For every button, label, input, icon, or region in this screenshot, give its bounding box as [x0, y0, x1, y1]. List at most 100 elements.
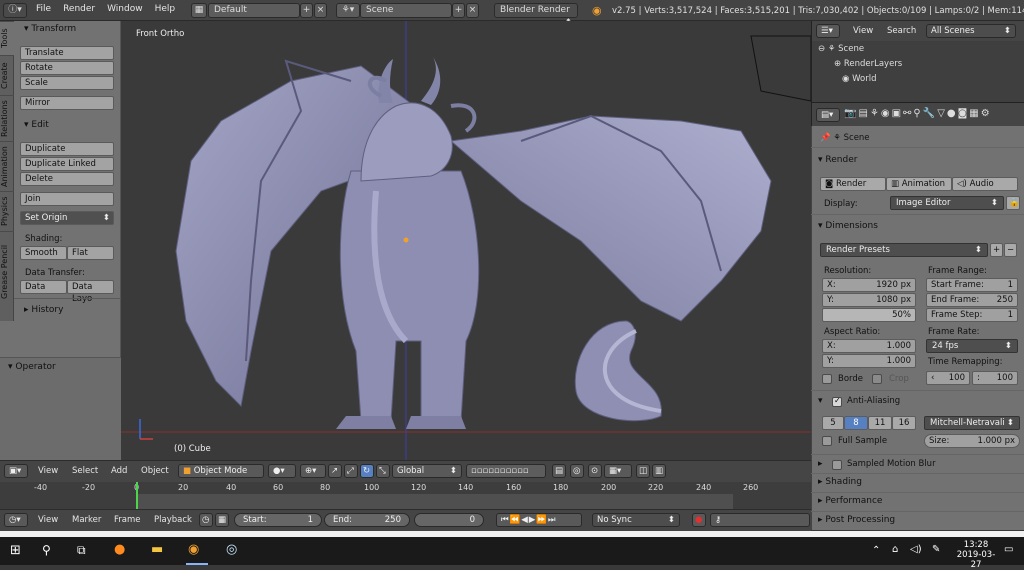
flat-button[interactable]: Flat: [67, 246, 114, 260]
scene-icon[interactable]: ⚘▾: [336, 3, 360, 18]
tab-animation[interactable]: Animation: [0, 141, 14, 191]
display-mode-dropdown[interactable]: All Scenes ⬍: [926, 24, 1016, 38]
tab-physics[interactable]: Physics: [0, 191, 14, 231]
task-view-icon[interactable]: ⧉: [77, 543, 86, 558]
remove-layout-icon[interactable]: ×: [314, 3, 327, 18]
add-menu[interactable]: Add: [111, 466, 127, 476]
object-menu[interactable]: Object: [141, 466, 169, 476]
shading-panel-header[interactable]: ▸ Shading: [818, 477, 862, 487]
translate-button[interactable]: Translate: [20, 46, 114, 60]
blender-alt-icon[interactable]: ◎: [226, 542, 237, 557]
menu-render[interactable]: Render: [57, 4, 101, 14]
filter-size-field[interactable]: Size: 1.000 px: [924, 434, 1020, 448]
tab-tools[interactable]: Tools: [0, 21, 14, 55]
tray-chevron-icon[interactable]: ⌃: [872, 545, 880, 556]
history-panel-header[interactable]: ▸ History: [24, 305, 63, 315]
dimensions-panel-header[interactable]: ▾ Dimensions: [818, 221, 878, 231]
crop-checkbox[interactable]: [872, 374, 882, 384]
timeline-view-menu[interactable]: View: [38, 515, 58, 525]
tab-grease-pencil[interactable]: Grease Pencil: [0, 231, 14, 311]
aa-samples-11[interactable]: 11: [868, 416, 892, 430]
current-frame-marker[interactable]: [136, 482, 138, 509]
smooth-button[interactable]: Smooth: [20, 246, 67, 260]
rotate-button[interactable]: Rotate: [20, 61, 114, 75]
preview-range-icon[interactable]: ◷: [199, 513, 213, 527]
remap-old-field[interactable]: ‹ 100: [926, 371, 970, 385]
join-button[interactable]: Join: [20, 192, 114, 206]
opengl-render-icon[interactable]: ▥: [652, 464, 666, 478]
lock-range-icon[interactable]: ▦: [215, 513, 229, 527]
frame-rate-dropdown[interactable]: 24 fps ⬍: [926, 339, 1018, 353]
end-frame-field[interactable]: End Frame: 250: [926, 293, 1018, 307]
transform-panel-header[interactable]: ▾ Transform: [24, 24, 76, 34]
orientation-dropdown[interactable]: Global ⬍: [392, 464, 462, 478]
select-menu[interactable]: Select: [72, 466, 98, 476]
mirror-button[interactable]: Mirror: [20, 96, 114, 110]
keying-set-field[interactable]: ⚷: [710, 513, 810, 527]
start-frame-field[interactable]: Start: 1: [234, 513, 322, 527]
remap-new-field[interactable]: : 100: [972, 371, 1018, 385]
duplicate-button[interactable]: Duplicate: [20, 142, 114, 156]
outliner-world-row[interactable]: ◉ World: [842, 74, 876, 84]
outliner-scene-row[interactable]: ⊖ ⚘ Scene: [818, 44, 864, 54]
pivot-point-dropdown[interactable]: ⊕▾: [300, 464, 326, 478]
layer-lock-icon[interactable]: ▤: [552, 464, 566, 478]
menu-help[interactable]: Help: [149, 4, 182, 14]
set-origin-dropdown[interactable]: Set Origin ⬍: [20, 211, 114, 225]
snap-icon[interactable]: ⊙: [588, 464, 602, 478]
anti-aliasing-panel-header[interactable]: ▾: [818, 396, 823, 406]
pen-icon[interactable]: ✎: [932, 544, 940, 555]
aa-samples-5[interactable]: 5: [822, 416, 844, 430]
aa-filter-dropdown[interactable]: Mitchell-Netravali ⬍: [924, 416, 1020, 430]
viewport-shading-dropdown[interactable]: ●▾: [268, 464, 296, 478]
mode-dropdown[interactable]: ■ Object Mode: [178, 464, 264, 478]
audio-button[interactable]: ◁) Audio: [952, 177, 1018, 191]
delete-button[interactable]: Delete: [20, 172, 114, 186]
menu-window[interactable]: Window: [101, 4, 149, 14]
resolution-x-field[interactable]: X: 1920 px: [822, 278, 916, 292]
proportional-edit-icon[interactable]: ◎: [570, 464, 584, 478]
lock-interface-icon[interactable]: 🔒: [1006, 196, 1020, 210]
remove-scene-icon[interactable]: ×: [466, 3, 479, 18]
data-layout-button[interactable]: Data Layo: [67, 280, 114, 304]
outliner-search-menu[interactable]: Search: [887, 26, 916, 36]
playback-controls[interactable]: ⏮⏪◀▶⏩⏭: [496, 513, 582, 527]
network-icon[interactable]: ⌂: [892, 544, 898, 555]
blender-taskbar-icon[interactable]: ◉: [188, 542, 199, 557]
manipulator-toggle-icon[interactable]: ↗: [328, 464, 342, 478]
aa-samples-8[interactable]: 8: [844, 416, 868, 430]
full-sample-checkbox[interactable]: [822, 436, 832, 446]
render-presets-dropdown[interactable]: Render Presets ⬍: [820, 243, 988, 257]
view-menu[interactable]: View: [38, 466, 58, 476]
tab-relations[interactable]: Relations: [0, 95, 14, 141]
current-frame-field[interactable]: 0: [414, 513, 484, 527]
file-explorer-icon[interactable]: ▬: [151, 542, 163, 557]
tab-create[interactable]: Create: [0, 55, 14, 95]
frame-menu[interactable]: Frame: [114, 515, 140, 525]
display-dropdown[interactable]: Image Editor ⬍: [890, 196, 1004, 210]
outliner-editor-icon[interactable]: ☰▾: [816, 24, 840, 38]
translate-manipulator-icon[interactable]: ⤢: [344, 464, 358, 478]
frame-step-field[interactable]: Frame Step: 1: [926, 308, 1018, 322]
rotate-manipulator-icon[interactable]: ↻: [360, 464, 374, 478]
motion-blur-panel-header[interactable]: ▸: [818, 459, 823, 469]
search-icon[interactable]: ⚲: [42, 543, 51, 557]
render-panel-header[interactable]: ▾ Render: [818, 155, 857, 165]
add-layout-icon[interactable]: +: [300, 3, 313, 18]
menu-file[interactable]: File: [30, 4, 57, 14]
screen-layout-icon[interactable]: ▦: [191, 3, 207, 18]
post-processing-panel-header[interactable]: ▸ Post Processing: [818, 515, 895, 525]
render-preview-icon[interactable]: ◫: [636, 464, 650, 478]
layer-buttons[interactable]: ▫▫▫▫▫▫▫▫▫▫: [466, 464, 546, 478]
end-frame-field[interactable]: End: 250: [324, 513, 410, 527]
remove-preset-icon[interactable]: −: [1004, 243, 1017, 257]
record-icon[interactable]: ●: [692, 513, 706, 527]
operator-panel-header[interactable]: ▾ Operator: [8, 362, 56, 372]
add-scene-icon[interactable]: +: [452, 3, 465, 18]
border-checkbox[interactable]: [822, 374, 832, 384]
outliner-view-menu[interactable]: View: [853, 26, 873, 36]
aspect-x-field[interactable]: X: 1.000: [822, 339, 916, 353]
properties-context-tabs[interactable]: 📷▤⚘◉▣⚯⚲🔧▽●◙▦⚙: [844, 108, 992, 119]
aspect-y-field[interactable]: Y: 1.000: [822, 354, 916, 368]
data-transfer-button[interactable]: Data: [20, 280, 67, 294]
